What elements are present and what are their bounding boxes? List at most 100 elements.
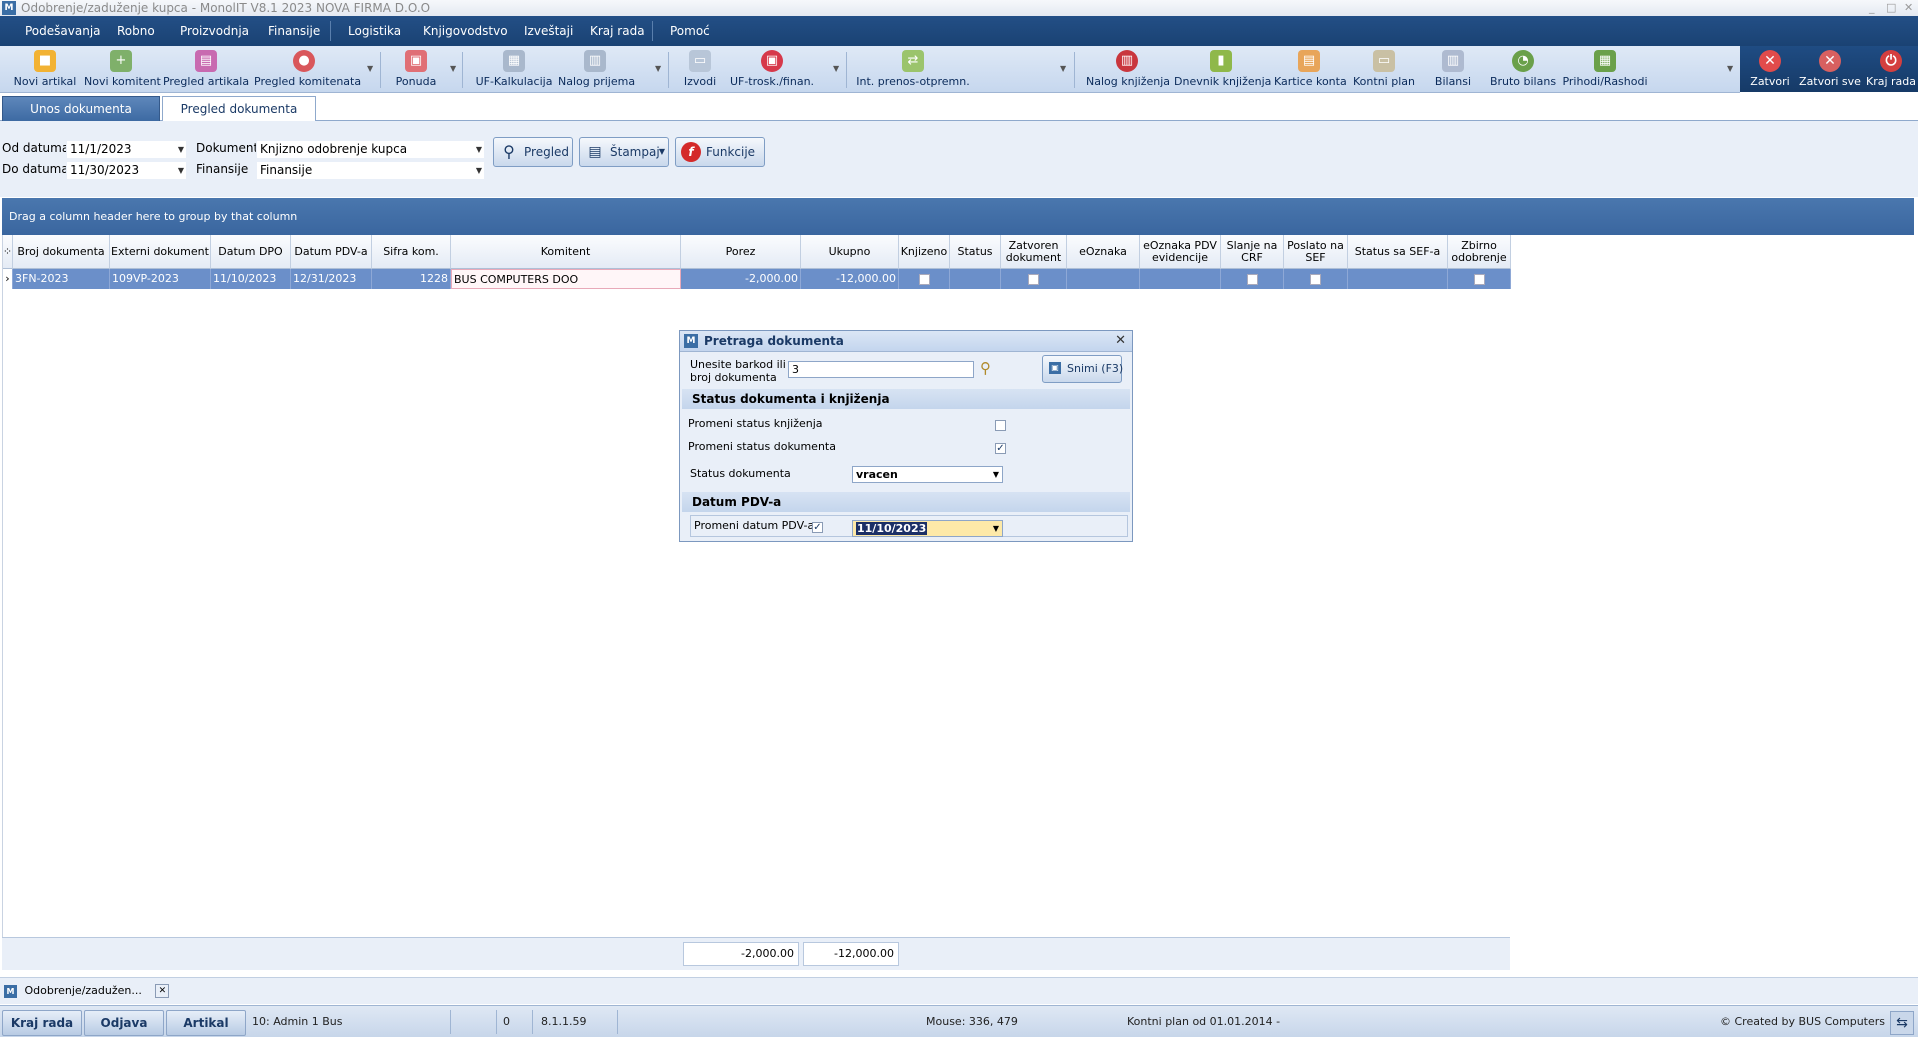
finansije-select[interactable]: Finansije ▼ (256, 161, 485, 180)
cell-status[interactable] (950, 269, 1001, 289)
menu-logistika[interactable]: Logistika (348, 16, 401, 46)
group-by-panel[interactable]: Drag a column header here to group by th… (2, 198, 1914, 235)
col-komitent[interactable]: Komitent (451, 235, 681, 269)
pregled-button[interactable]: ⚲ Pregled (493, 137, 573, 167)
search-icon[interactable]: ⚲ (980, 359, 991, 377)
bruto-bilans-button[interactable]: ◔ Bruto bilans (1488, 46, 1558, 92)
cell-poslato-sef[interactable] (1284, 269, 1348, 289)
cell-datum-pdv[interactable]: 12/31/2023 (291, 269, 372, 289)
cell-zbirno[interactable] (1448, 269, 1511, 289)
close-icon[interactable]: ✕ (1115, 331, 1126, 351)
cell-komitent[interactable]: BUS COMPUTERS DOO (451, 269, 681, 289)
menu-proizvodnja[interactable]: Proizvodnja (180, 16, 249, 46)
col-porez[interactable]: Porez (681, 235, 801, 269)
cell-zatvoren[interactable] (1001, 269, 1067, 289)
cell-status-sef[interactable] (1348, 269, 1448, 289)
menu-podesavanja[interactable]: Podešavanja (25, 16, 101, 46)
chevron-down-icon[interactable]: ▼ (476, 162, 482, 179)
maximize-icon[interactable]: □ (1886, 0, 1896, 16)
minimize-icon[interactable]: _ (1869, 0, 1875, 16)
izvodi-button[interactable]: ▭ Izvodi (676, 46, 724, 92)
novi-artikal-button[interactable]: ■ Novi artikal (6, 46, 84, 92)
cell-externi-dokument[interactable]: 109VP-2023 (110, 269, 211, 289)
col-broj-dokumenta[interactable]: Broj dokumenta (13, 235, 110, 269)
row-indicator[interactable]: › (3, 269, 13, 289)
tab-pregled-dokumenta[interactable]: Pregled dokumenta (162, 96, 316, 122)
uf-trosk-button[interactable]: ▣ UF-trosk./finan. (726, 46, 818, 92)
dialog-title-bar[interactable]: M Pretraga dokumenta ✕ (680, 331, 1132, 352)
close-icon[interactable]: ✕ (155, 984, 170, 998)
promeni-dokument-checkbox[interactable]: ✓ (995, 443, 1006, 454)
col-ukupno[interactable]: Ukupno (801, 235, 899, 269)
zatvori-sve-button[interactable]: ✕ Zatvori sve (1798, 46, 1862, 92)
window-close-icon[interactable]: ✕ (1904, 0, 1913, 16)
col-status[interactable]: Status (950, 235, 1001, 269)
cell-porez[interactable]: -2,000.00 (681, 269, 801, 289)
sef-checkbox[interactable] (1310, 273, 1321, 285)
dnevnik-knjizenja-button[interactable]: ▮ Dnevnik knjiženja (1174, 46, 1271, 92)
col-poslato-sef[interactable]: Poslato na SEF (1284, 235, 1348, 269)
kartice-konta-button[interactable]: ▤ Kartice konta (1274, 46, 1347, 92)
col-knjizeno[interactable]: Knjizeno (899, 235, 950, 269)
kontni-plan-button[interactable]: ▭ Kontni plan (1350, 46, 1418, 92)
cell-datum-dpo[interactable]: 11/10/2023 (211, 269, 291, 289)
stampaj-button[interactable]: ▤ Štampaj ▼ (579, 137, 669, 167)
pregled-artikala-button[interactable]: ▤ Pregled artikala (162, 46, 250, 92)
kraj-rada-status-button[interactable]: Kraj rada (2, 1010, 82, 1036)
crf-checkbox[interactable] (1246, 273, 1258, 285)
dokument-select[interactable]: Knjizno odobrenje kupca ▼ (256, 140, 485, 159)
int-prenos-button[interactable]: ⇄ Int. prenos-otpremn. (850, 46, 976, 92)
funkcije-button[interactable]: f Funkcije (675, 137, 765, 167)
promeni-knjizenje-checkbox[interactable] (995, 420, 1006, 431)
tab-unos-dokumenta[interactable]: Unos dokumenta (2, 96, 160, 122)
promeni-datum-checkbox[interactable]: ✓ (812, 522, 823, 533)
zbirno-checkbox[interactable] (1473, 273, 1485, 285)
cell-broj-dokumenta[interactable]: 3FN-2023 (13, 269, 110, 289)
cell-ukupno[interactable]: -12,000.00 (801, 269, 899, 289)
barcode-input[interactable]: 3 (788, 361, 974, 378)
odjava-button[interactable]: Odjava (84, 1010, 164, 1036)
menu-izvestaji[interactable]: Izveštaji (524, 16, 573, 46)
col-datum-dpo[interactable]: Datum DPO (211, 235, 291, 269)
datum-pdv-field[interactable]: 11/10/2023 ▼ (852, 520, 1003, 537)
menu-robno[interactable]: Robno (117, 16, 155, 46)
chevron-down-icon[interactable]: ▼ (178, 141, 184, 158)
row-indicator-header[interactable]: ⁘ (3, 235, 13, 269)
prihodi-rashodi-button[interactable]: ▦ Prihodi/Rashodi (1562, 46, 1648, 92)
zatvori-button[interactable]: ✕ Zatvori (1742, 46, 1798, 92)
cell-knjizeno[interactable] (899, 269, 950, 289)
status-dokumenta-select[interactable]: vracen ▼ (852, 466, 1003, 483)
col-externi-dokument[interactable]: Externi dokument (110, 235, 211, 269)
col-status-sef[interactable]: Status sa SEF-a (1348, 235, 1448, 269)
mdi-tab-document[interactable]: M Odobrenje/zadužen... ✕ (4, 982, 170, 1000)
chevron-down-icon[interactable]: ▼ (993, 521, 999, 536)
menu-finansije[interactable]: Finansije (268, 16, 320, 46)
chevron-down-icon[interactable]: ▼ (993, 467, 999, 482)
chevron-down-icon[interactable]: ▼ (476, 141, 482, 158)
col-zbirno-odobrenje[interactable]: Zbirno odobrenje (1448, 235, 1511, 269)
cell-sifra-kom[interactable]: 1228 (372, 269, 451, 289)
chevron-down-icon[interactable]: ▼ (178, 162, 184, 179)
cell-slanje-crf[interactable] (1221, 269, 1284, 289)
novi-komitent-button[interactable]: + Novi komitent (84, 46, 161, 92)
bilansi-button[interactable]: ▥ Bilansi (1426, 46, 1480, 92)
menu-knjigovodstvo[interactable]: Knjigovodstvo (423, 16, 508, 46)
menu-pomoc[interactable]: Pomoć (670, 16, 710, 46)
snimi-button[interactable]: ▣ Snimi (F3) (1042, 355, 1123, 383)
od-datuma-field[interactable]: 11/1/2023 ▼ (66, 140, 187, 159)
col-eoznaka-pdv[interactable]: eOznaka PDV evidencije (1140, 235, 1221, 269)
nalog-prijema-button[interactable]: ▥ Nalog prijema (558, 46, 635, 92)
pregled-komitenata-button[interactable]: ● Pregled komitenata (254, 46, 361, 92)
col-zatvoren-dokument[interactable]: Zatvoren dokument (1001, 235, 1067, 269)
cell-eoznaka-pdv[interactable] (1140, 269, 1221, 289)
knjizeno-checkbox[interactable] (918, 273, 930, 285)
col-datum-pdv[interactable]: Datum PDV-a (291, 235, 372, 269)
kraj-rada-button[interactable]: ⏻ Kraj rada (1864, 46, 1918, 92)
do-datuma-field[interactable]: 11/30/2023 ▼ (66, 161, 187, 180)
zatvoren-checkbox[interactable] (1028, 273, 1039, 285)
cell-eoznaka[interactable] (1067, 269, 1140, 289)
nalog-knjizenja-button[interactable]: ▥ Nalog knjiženja (1086, 46, 1170, 92)
uf-kalkulacija-button[interactable]: ▦ UF-Kalkulacija (472, 46, 556, 92)
artikal-button[interactable]: Artikal (166, 1010, 246, 1036)
chevron-down-icon[interactable]: ▼ (659, 138, 665, 166)
